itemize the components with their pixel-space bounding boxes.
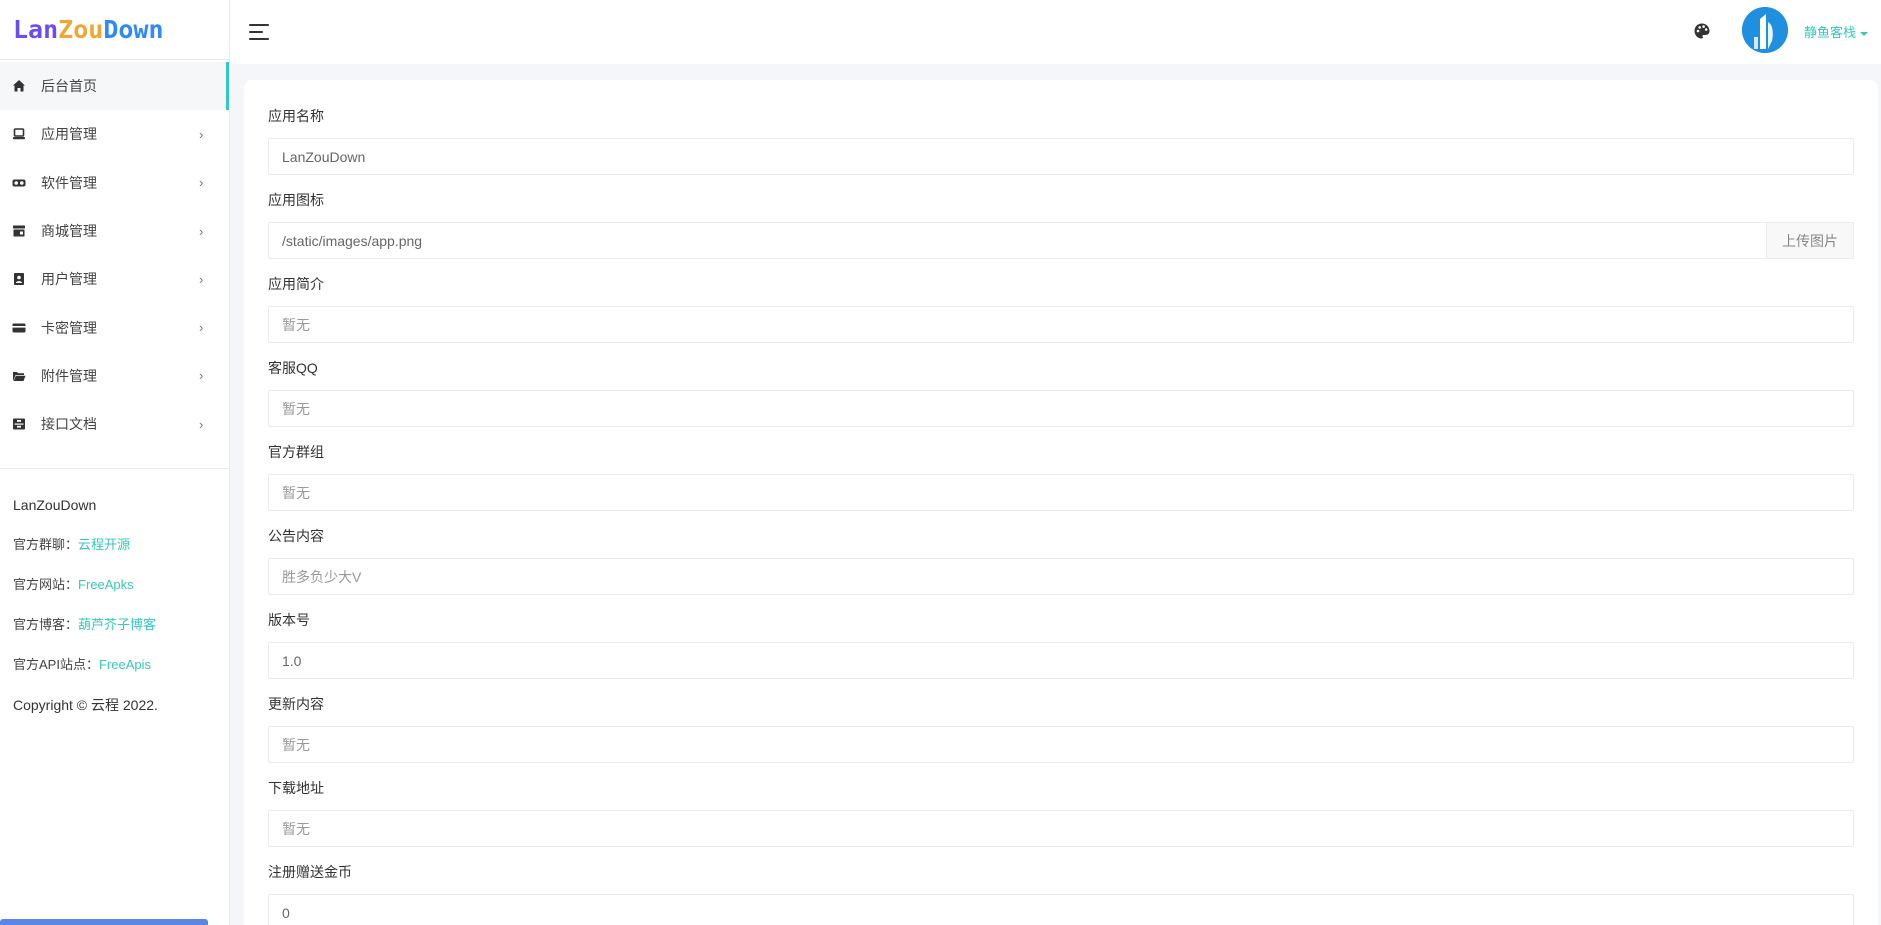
upload-image-button[interactable]: 上传图片 xyxy=(1767,222,1854,259)
user-badge-icon xyxy=(12,272,26,286)
folder-icon xyxy=(12,369,26,383)
app-icon-input-group: /static/images/app.png 上传图片 xyxy=(268,222,1854,259)
form-group-app-name: 应用名称 LanZouDown xyxy=(268,106,1854,175)
sidebar-item-store-management[interactable]: 商城管理 › xyxy=(0,207,229,255)
sidebar-item-label: 卡密管理 xyxy=(41,319,97,336)
sidebar-item-label: 商城管理 xyxy=(41,223,97,240)
sidebar-item-api-docs[interactable]: 接口文档 › xyxy=(0,400,229,448)
sidebar-item-label: 应用管理 xyxy=(41,126,97,143)
form-group-version: 版本号 1.0 xyxy=(268,610,1854,679)
sidebar-info: LanZouDown 官方群聊：云程开源 官方网站：FreeApks 官方博客：… xyxy=(0,468,229,737)
chevron-right-icon: › xyxy=(199,223,204,239)
avatar[interactable] xyxy=(1742,7,1788,53)
logo[interactable]: LanZouDown xyxy=(0,0,229,60)
download-url-label: 下载地址 xyxy=(268,780,324,796)
sidebar-item-dashboard[interactable]: 后台首页 xyxy=(0,62,229,111)
sidebar-item-label: 后台首页 xyxy=(41,78,97,95)
official-group-line: 官方群聊：云程开源 xyxy=(13,537,131,552)
official-site-link[interactable]: FreeApks xyxy=(78,577,134,592)
laptop-icon xyxy=(12,127,26,141)
settings-form-card: 应用名称 LanZouDown 应用图标 /static/images/app.… xyxy=(244,80,1878,925)
app-icon-input[interactable]: /static/images/app.png xyxy=(268,222,1767,259)
service-qq-label: 客服QQ xyxy=(268,360,318,376)
sidebar-brand: LanZouDown xyxy=(13,497,97,513)
download-url-input[interactable]: 暂无 xyxy=(268,810,1854,847)
sidebar-menu: 后台首页 应用管理 › 软件管理 › 商城管理 › 用户管理 › 卡密管理 › … xyxy=(0,60,229,448)
chevron-right-icon: › xyxy=(199,126,204,142)
logo-text: LanZouDown xyxy=(13,15,164,44)
app-intro-input[interactable]: 暂无 xyxy=(268,306,1854,343)
notice-label: 公告内容 xyxy=(268,528,324,544)
form-group-download-url: 下载地址 暂无 xyxy=(268,778,1854,847)
chevron-right-icon: › xyxy=(199,271,204,287)
official-api-line: 官方API站点：FreeApis xyxy=(13,657,151,672)
store-icon xyxy=(12,224,26,238)
official-group-link[interactable]: 云程开源 xyxy=(78,537,130,552)
sidebar-item-label: 用户管理 xyxy=(41,271,97,288)
copyright: Copyright © 云程 2022. xyxy=(13,697,158,713)
version-input[interactable]: 1.0 xyxy=(268,642,1854,679)
register-coins-label: 注册赠送金币 xyxy=(268,864,352,880)
official-api-link[interactable]: FreeApis xyxy=(99,657,151,672)
chevron-right-icon: › xyxy=(199,175,204,191)
sidebar-item-card-management[interactable]: 卡密管理 › xyxy=(0,303,229,351)
sidebar-item-label: 附件管理 xyxy=(41,367,97,384)
sidebar-item-label: 接口文档 xyxy=(41,416,97,433)
top-header: 静鱼客栈 xyxy=(230,0,1881,64)
sidebar: LanZouDown 后台首页 应用管理 › 软件管理 › 商城管理 › 用户管… xyxy=(0,0,230,925)
form-group-notice: 公告内容 胜多负少大V xyxy=(268,526,1854,595)
app-name-label: 应用名称 xyxy=(268,108,324,124)
form-group-app-intro: 应用简介 暂无 xyxy=(268,274,1854,343)
form-group-app-icon: 应用图标 /static/images/app.png 上传图片 xyxy=(268,190,1854,259)
update-content-label: 更新内容 xyxy=(268,696,324,712)
home-icon xyxy=(12,79,26,93)
official-group-label: 官方群组 xyxy=(268,444,324,460)
caret-down-icon xyxy=(1860,31,1869,36)
sidebar-scrollbar[interactable] xyxy=(0,919,208,925)
sidebar-item-user-management[interactable]: 用户管理 › xyxy=(0,255,229,303)
app-intro-label: 应用简介 xyxy=(268,276,324,292)
official-group-input[interactable]: 暂无 xyxy=(268,474,1854,511)
glasses-icon xyxy=(12,176,26,190)
official-site-line: 官方网站：FreeApks xyxy=(13,577,134,592)
menu-toggle-icon[interactable] xyxy=(249,24,269,40)
chevron-right-icon: › xyxy=(199,416,204,432)
sidebar-item-app-management[interactable]: 应用管理 › xyxy=(0,110,229,158)
service-qq-input[interactable]: 暂无 xyxy=(268,390,1854,427)
chevron-right-icon: › xyxy=(199,320,204,336)
card-icon xyxy=(12,321,26,335)
official-blog-link[interactable]: 葫芦芥子博客 xyxy=(78,617,156,632)
username-label: 静鱼客栈 xyxy=(1804,25,1857,40)
register-coins-input[interactable]: 0 xyxy=(268,894,1854,925)
app-icon-label: 应用图标 xyxy=(268,192,324,208)
sidebar-item-attachment-management[interactable]: 附件管理 › xyxy=(0,352,229,400)
sidebar-item-label: 软件管理 xyxy=(41,174,97,191)
palette-icon[interactable] xyxy=(1693,22,1711,40)
sidebar-item-software-management[interactable]: 软件管理 › xyxy=(0,159,229,207)
archive-icon xyxy=(12,417,26,431)
update-content-input[interactable]: 暂无 xyxy=(268,726,1854,763)
version-label: 版本号 xyxy=(268,612,310,628)
chevron-right-icon: › xyxy=(199,368,204,384)
notice-input[interactable]: 胜多负少大V xyxy=(268,558,1854,595)
official-blog-line: 官方博客：葫芦芥子博客 xyxy=(13,617,157,632)
form-group-official-group: 官方群组 暂无 xyxy=(268,442,1854,511)
app-name-input[interactable]: LanZouDown xyxy=(268,138,1854,175)
user-menu[interactable]: 静鱼客栈 xyxy=(1804,22,1869,41)
form-group-register-coins: 注册赠送金币 0 xyxy=(268,862,1854,925)
form-group-service-qq: 客服QQ 暂无 xyxy=(268,358,1854,427)
form-group-update-content: 更新内容 暂无 xyxy=(268,694,1854,763)
